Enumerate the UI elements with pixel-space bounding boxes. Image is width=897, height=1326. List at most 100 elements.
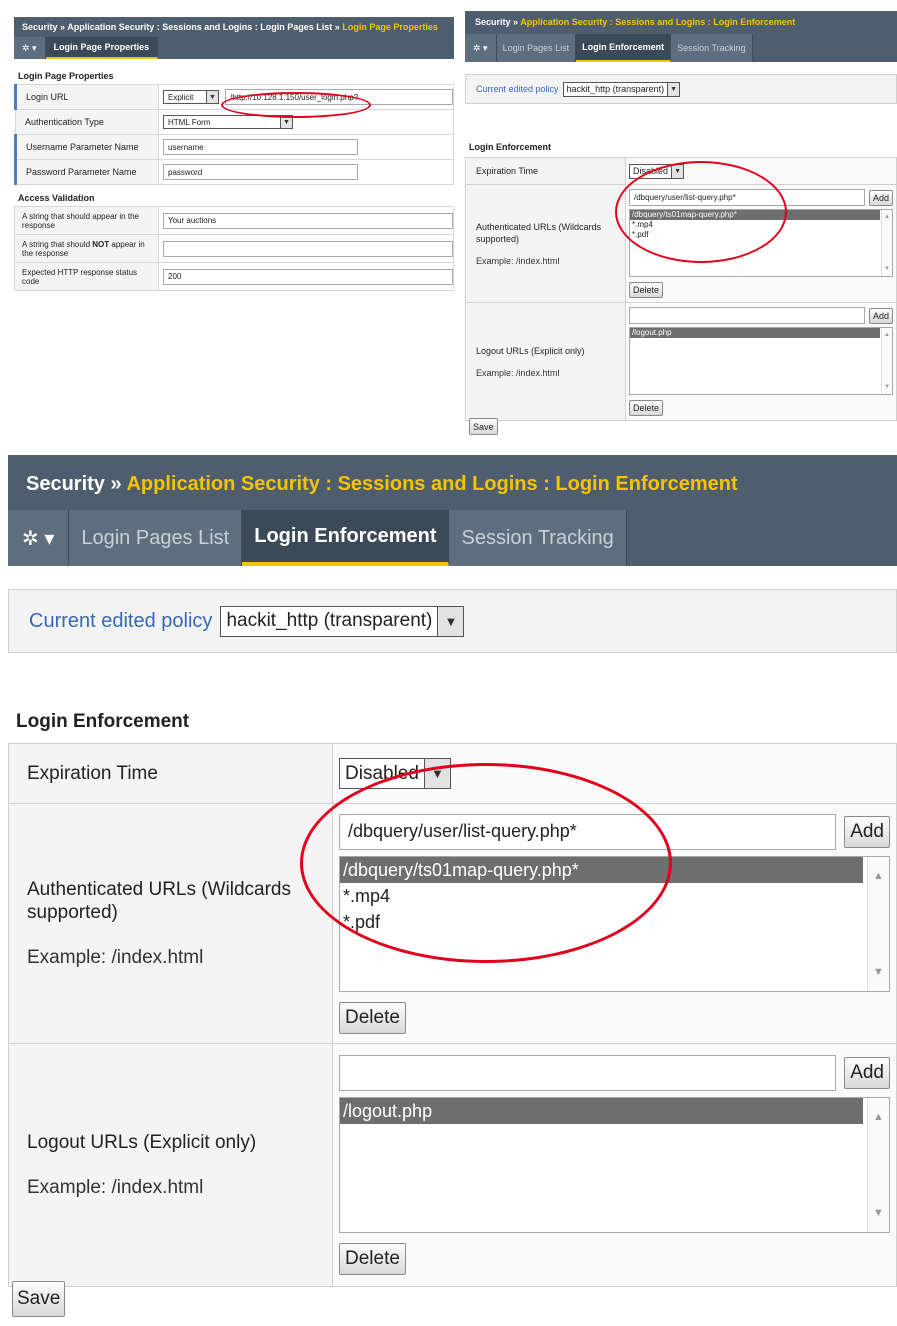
expected-status-code-input[interactable]: 200 (163, 268, 453, 285)
breadcrumb-root[interactable]: Security (475, 17, 511, 27)
logout-urls-example: Example: /index.html (27, 1177, 204, 1198)
login-enforcement-panel-large: Security » Application Security : Sessio… (8, 455, 897, 1326)
logout-urls-list[interactable]: /logout.php ▲ ▼ (339, 1097, 890, 1233)
username-param-label: Username Parameter Name (14, 134, 159, 160)
logout-urls-label: Logout URLs (Explicit only) (27, 1132, 257, 1153)
access-validation-table: A string that should appear in the respo… (14, 206, 454, 291)
login-url-label: Login URL (14, 84, 159, 110)
tab-login-pages-list[interactable]: Login Pages List (69, 510, 243, 566)
breadcrumb-root[interactable]: Security (22, 22, 58, 32)
policy-select[interactable]: hackit_http (transparent) ▼ (562, 81, 681, 97)
scrollbar[interactable]: ▲ ▼ (867, 856, 889, 991)
breadcrumb-path: Application Security : Sessions and Logi… (520, 17, 796, 27)
authenticated-urls-list[interactable]: /dbquery/ts01map-query.php* *.mp4 *.pdf … (629, 209, 893, 277)
gear-menu-button[interactable]: ✲ ▾ (8, 510, 70, 566)
gear-icon: ✲ ▾ (473, 42, 488, 53)
gear-icon: ✲ ▾ (22, 527, 55, 550)
delete-logout-url-button[interactable]: Delete (339, 1243, 406, 1275)
chevron-down-icon: ▼ (423, 759, 450, 788)
tab-login-pages-list[interactable]: Login Pages List (496, 34, 577, 62)
chevron-down-icon: ▼ (671, 164, 684, 178)
password-param-label: Password Parameter Name (14, 159, 159, 185)
breadcrumb-separator: » (60, 22, 66, 32)
logout-urls-label: Logout URLs (Explicit only) (476, 345, 585, 356)
should-not-appear-label: A string that should NOT appear in the r… (14, 234, 159, 263)
delete-authenticated-url-button[interactable]: Delete (629, 282, 664, 298)
scroll-up-arrow-icon[interactable]: ▲ (873, 863, 884, 889)
tab-login-page-properties[interactable]: Login Page Properties (45, 37, 159, 59)
save-button[interactable]: Save (469, 418, 498, 435)
add-authenticated-url-button[interactable]: Add (844, 815, 890, 848)
add-logout-url-button[interactable]: Add (868, 307, 893, 324)
breadcrumb-separator: » (334, 22, 340, 32)
authenticated-url-input[interactable]: /dbquery/user/list-query.php* (339, 813, 837, 850)
save-button[interactable]: Save (12, 1281, 66, 1317)
login-enforcement-panel-small: Security » Application Security : Sessio… (465, 11, 897, 441)
chevron-down-icon: ▼ (437, 606, 464, 636)
list-item[interactable]: *.mp4 (340, 883, 863, 909)
scrollbar[interactable]: ▲ ▼ (881, 328, 892, 394)
gear-icon: ✲ ▾ (22, 42, 37, 53)
list-item[interactable]: /dbquery/ts01map-query.php* (630, 210, 880, 220)
delete-authenticated-url-button[interactable]: Delete (339, 1001, 406, 1034)
current-policy-label[interactable]: Current edited policy (476, 84, 559, 94)
authenticated-url-input[interactable]: /dbquery/user/list-query.php* (629, 189, 865, 206)
access-validation-title: Access Validation (18, 193, 95, 203)
scroll-up-arrow-icon[interactable]: ▲ (884, 330, 890, 340)
auth-type-label: Authentication Type (15, 109, 159, 135)
scroll-down-arrow-icon[interactable]: ▼ (884, 264, 890, 274)
policy-select[interactable]: hackit_http (transparent) ▼ (220, 605, 465, 637)
section-title: Login Page Properties (18, 71, 114, 81)
login-url-type-select[interactable]: Explicit ▼ (163, 90, 219, 104)
scroll-down-arrow-icon[interactable]: ▼ (873, 1200, 884, 1226)
auth-type-select[interactable]: HTML Form ▼ (163, 115, 293, 129)
breadcrumb-current: Login Page Properties (342, 22, 438, 32)
gear-menu-button[interactable]: ✲ ▾ (14, 37, 46, 59)
tab-login-enforcement[interactable]: Login Enforcement (576, 34, 672, 62)
logout-url-input[interactable] (339, 1055, 837, 1091)
scroll-up-arrow-icon[interactable]: ▲ (884, 212, 890, 222)
breadcrumb-path[interactable]: Application Security : Sessions and Logi… (67, 22, 332, 32)
tab-bar: ✲ ▾ Login Page Properties (14, 37, 454, 59)
logout-urls-list[interactable]: /logout.php ▲ ▼ (629, 327, 893, 395)
current-policy-label[interactable]: Current edited policy (29, 610, 212, 633)
login-url-input[interactable]: /http://10.128.1.150/user_login.php? (225, 89, 453, 105)
list-item[interactable]: *.mp4 (630, 220, 880, 230)
tab-login-enforcement[interactable]: Login Enforcement (242, 510, 450, 566)
tab-session-tracking[interactable]: Session Tracking (671, 34, 753, 62)
scroll-up-arrow-icon[interactable]: ▲ (873, 1104, 884, 1130)
breadcrumb: Security » Application Security : Sessio… (8, 455, 897, 510)
expiration-time-label: Expiration Time (8, 743, 333, 804)
list-item[interactable]: /logout.php (630, 328, 880, 338)
list-item[interactable]: *.pdf (630, 230, 880, 240)
username-param-input[interactable]: username (163, 139, 358, 155)
gear-menu-button[interactable]: ✲ ▾ (465, 34, 497, 62)
login-page-properties-table: Login URL Explicit ▼ /http://10.128.1.15… (14, 84, 454, 185)
add-logout-url-button[interactable]: Add (844, 1057, 890, 1089)
logout-urls-example: Example: /index.html (476, 367, 560, 378)
chevron-down-icon: ▼ (667, 82, 680, 96)
list-item[interactable]: *.pdf (340, 909, 863, 935)
password-param-input[interactable]: password (163, 164, 358, 180)
add-authenticated-url-button[interactable]: Add (868, 189, 893, 206)
tab-bar: ✲ ▾ Login Pages List Login Enforcement S… (8, 510, 897, 566)
expected-status-code-label: Expected HTTP response status code (14, 262, 159, 291)
scroll-down-arrow-icon[interactable]: ▼ (873, 959, 884, 985)
logout-url-input[interactable] (629, 307, 865, 324)
expiration-time-select[interactable]: Disabled ▼ (629, 163, 685, 179)
login-enforcement-table: Expiration Time Disabled ▼ Authenticated… (8, 743, 897, 1287)
policy-bar: Current edited policy hackit_http (trans… (8, 589, 897, 653)
list-item[interactable]: /logout.php (340, 1098, 863, 1124)
should-appear-input[interactable]: Your auctions (163, 212, 453, 229)
scroll-down-arrow-icon[interactable]: ▼ (884, 382, 890, 392)
scrollbar[interactable]: ▲ ▼ (867, 1098, 889, 1232)
delete-logout-url-button[interactable]: Delete (629, 400, 664, 416)
list-item[interactable]: /dbquery/ts01map-query.php* (340, 856, 863, 883)
chevron-down-icon: ▼ (206, 91, 218, 103)
tab-session-tracking[interactable]: Session Tracking (449, 510, 627, 566)
scrollbar[interactable]: ▲ ▼ (881, 210, 892, 276)
breadcrumb-root[interactable]: Security (26, 473, 105, 495)
authenticated-urls-list[interactable]: /dbquery/ts01map-query.php* *.mp4 *.pdf … (339, 855, 890, 992)
should-not-appear-input[interactable] (163, 240, 453, 257)
expiration-time-select[interactable]: Disabled ▼ (339, 758, 451, 789)
